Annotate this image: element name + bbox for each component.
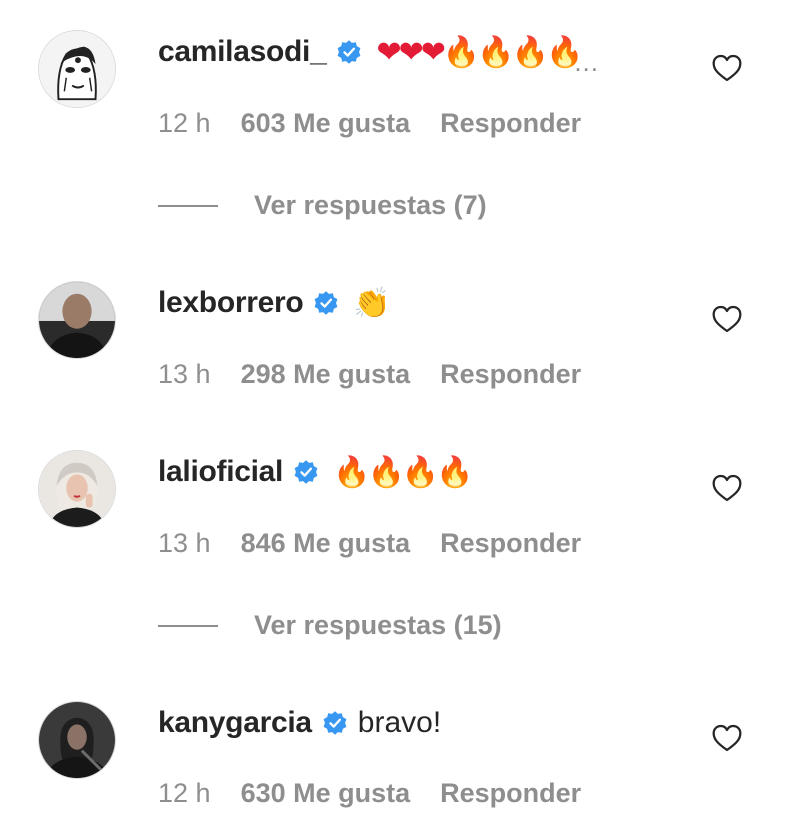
like-count[interactable]: 630 Me gusta — [241, 778, 411, 809]
avatar[interactable] — [38, 30, 116, 108]
like-count[interactable]: 603 Me gusta — [241, 108, 411, 139]
timestamp[interactable]: 13 h — [158, 359, 211, 390]
reply-button[interactable]: Responder — [440, 359, 581, 390]
reply-button[interactable]: Responder — [440, 778, 581, 809]
like-count[interactable]: 846 Me gusta — [241, 528, 411, 559]
like-count[interactable]: 298 Me gusta — [241, 359, 411, 390]
comment-meta: 13 h 298 Me gusta Responder — [158, 359, 581, 390]
avatar-photo — [39, 282, 115, 358]
avatar-illustration — [39, 31, 115, 107]
username[interactable]: lalioficial — [158, 455, 283, 489]
heart-outline-icon — [712, 474, 742, 502]
comment-line: camilasodi_ ❤❤❤ 🔥🔥 🔥🔥 ... — [158, 32, 599, 77]
view-replies-label: Ver respuestas (7) — [254, 190, 487, 220]
verified-badge-icon — [336, 39, 362, 65]
heart-outline-icon — [712, 724, 742, 752]
verified-badge-icon — [322, 710, 348, 736]
comment-line: kanygarcia bravo! — [158, 703, 441, 743]
comment-meta: 12 h 603 Me gusta Responder — [158, 108, 581, 139]
verified-badge-icon — [293, 459, 319, 485]
heart-outline-icon — [712, 305, 742, 333]
comment-text: 🔥🔥🔥🔥 — [333, 454, 473, 490]
avatar-photo — [39, 451, 115, 527]
avatar[interactable] — [38, 450, 116, 528]
reply-button[interactable]: Responder — [440, 108, 581, 139]
view-replies-button[interactable]: Ver respuestas (15) — [158, 610, 502, 641]
comment-text: 👏 — [353, 285, 390, 321]
verified-badge-icon — [313, 290, 339, 316]
like-button[interactable] — [711, 53, 743, 83]
heart-outline-icon — [712, 54, 742, 82]
avatar[interactable] — [38, 701, 116, 779]
username[interactable]: kanygarcia — [158, 706, 312, 740]
comment-line: lalioficial 🔥🔥🔥🔥 — [158, 452, 474, 492]
like-button[interactable] — [711, 473, 743, 503]
view-replies-label: Ver respuestas (15) — [254, 610, 502, 640]
timestamp[interactable]: 13 h — [158, 528, 211, 559]
like-button[interactable] — [711, 723, 743, 753]
username[interactable]: camilasodi_ — [158, 35, 327, 69]
comment-text-fire: 🔥🔥 — [442, 34, 515, 70]
view-replies-button[interactable]: Ver respuestas (7) — [158, 190, 487, 221]
avatar[interactable] — [38, 281, 116, 359]
comment-line: lexborrero 👏 — [158, 283, 391, 323]
reply-button[interactable]: Responder — [440, 528, 581, 559]
comment-text: ❤❤❤ — [376, 34, 445, 70]
more-ellipsis[interactable]: ... — [574, 47, 599, 78]
comment-text-truncated: 🔥🔥 — [511, 34, 584, 70]
comment-text: bravo! — [357, 706, 442, 739]
replies-divider — [158, 204, 218, 207]
comment-meta: 13 h 846 Me gusta Responder — [158, 528, 581, 559]
replies-divider — [158, 624, 218, 627]
comment-meta: 12 h 630 Me gusta Responder — [158, 778, 581, 809]
avatar-photo — [39, 702, 115, 778]
timestamp[interactable]: 12 h — [158, 778, 211, 809]
username[interactable]: lexborrero — [158, 286, 304, 320]
timestamp[interactable]: 12 h — [158, 108, 211, 139]
like-button[interactable] — [711, 304, 743, 334]
